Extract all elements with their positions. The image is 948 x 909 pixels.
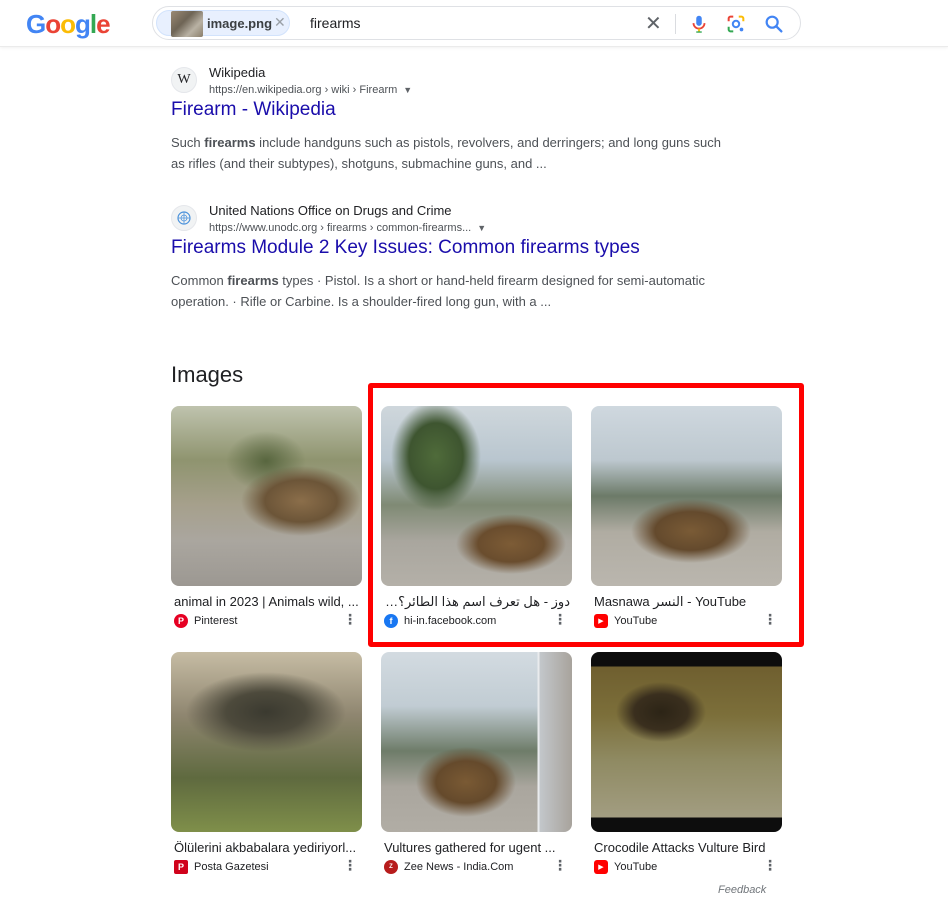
result-url[interactable]: https://en.wikipedia.org › wiki › Firear…	[209, 84, 412, 96]
image-card-source[interactable]: P Posta Gazetesi	[174, 860, 269, 874]
snippet-highlight: firearms	[204, 135, 256, 150]
snippet-text: as rifles (and their subtypes), shotguns…	[171, 156, 547, 171]
wikipedia-favicon-icon: W	[171, 67, 197, 93]
image-card-source[interactable]: Z Zee News - India.Com	[384, 860, 513, 874]
pinterest-icon: P	[174, 614, 188, 628]
image-card-title[interactable]: Crocodile Attacks Vulture Bird	[594, 840, 780, 855]
snippet-text: operation. · Rifle or Carbine. Is a shou…	[171, 294, 552, 309]
search-result: W Wikipedia https://en.wikipedia.org › w…	[171, 65, 751, 175]
image-result-card[interactable]: Crocodile Attacks Vulture Bird ▶ YouTube…	[591, 652, 783, 882]
image-thumbnail[interactable]	[171, 406, 362, 586]
more-options-icon[interactable]: ⋮	[763, 858, 777, 872]
image-card-source-text: Zee News - India.Com	[404, 861, 514, 873]
image-result-card[interactable]: animal in 2023 | Animals wild, ... P Pin…	[171, 406, 363, 636]
microphone-icon[interactable]	[688, 13, 710, 35]
image-card-title[interactable]: Ölülerini akbabalara yediriyorl...	[174, 840, 360, 855]
search-divider	[675, 14, 676, 34]
image-thumbnail[interactable]	[171, 652, 362, 832]
clear-search-icon[interactable]: ✕	[645, 11, 662, 36]
feedback-link[interactable]: Feedback	[718, 884, 766, 896]
red-highlight-box	[368, 383, 804, 647]
google-logo[interactable]: Google	[26, 9, 111, 40]
snippet-text: types · Pistol. Is a short or hand-held …	[278, 273, 705, 288]
top-bar: Google image.png ✕ firearms ✕	[0, 0, 948, 47]
image-card-source[interactable]: ▶ YouTube	[594, 860, 657, 874]
image-card-title[interactable]: Vultures gathered for ugent ...	[384, 840, 570, 855]
search-box[interactable]: image.png ✕ firearms ✕	[152, 6, 801, 40]
result-site-name: Wikipedia	[209, 65, 266, 80]
search-result: United Nations Office on Drugs and Crime…	[171, 203, 751, 313]
image-card-source-text: Pinterest	[194, 615, 238, 627]
image-card-source-text: Posta Gazetesi	[194, 861, 269, 873]
snippet-text: include handguns such as pistols, revolv…	[255, 135, 721, 150]
result-url[interactable]: https://www.unodc.org › firearms › commo…	[209, 222, 486, 234]
image-result-card[interactable]: Ölülerini akbabalara yediriyorl... P Pos…	[171, 652, 363, 882]
images-section-heading: Images	[171, 362, 244, 387]
un-emblem-svg	[177, 211, 191, 225]
image-card-source[interactable]: P Pinterest	[174, 614, 237, 628]
zee-news-icon: Z	[384, 860, 398, 874]
image-chip-thumbnail	[171, 11, 203, 37]
google-lens-icon[interactable]	[725, 13, 747, 35]
image-thumbnail[interactable]	[591, 652, 782, 832]
result-snippet: Such firearms include handguns such as p…	[171, 132, 751, 174]
result-snippet: Common firearms types · Pistol. Is a sho…	[171, 270, 751, 312]
more-options-icon[interactable]: ⋮	[343, 858, 357, 872]
youtube-icon: ▶	[594, 860, 608, 874]
image-card-title[interactable]: animal in 2023 | Animals wild, ...	[174, 594, 360, 609]
logo-letter: e	[96, 9, 111, 39]
snippet-text: Common	[171, 273, 228, 288]
logo-letter: o	[45, 9, 61, 39]
image-thumbnail[interactable]	[381, 652, 572, 832]
search-input[interactable]: firearms	[310, 15, 361, 31]
more-options-caret-icon[interactable]: ▼	[403, 85, 412, 95]
result-title-link[interactable]: Firearm - Wikipedia	[171, 99, 336, 121]
image-chip-label: image.png	[207, 16, 273, 31]
result-url-text[interactable]: https://en.wikipedia.org › wiki › Firear…	[209, 84, 397, 96]
image-card-source-text: YouTube	[614, 861, 658, 873]
result-title-link[interactable]: Firearms Module 2 Key Issues: Common fir…	[171, 237, 640, 259]
more-options-caret-icon[interactable]: ▼	[477, 223, 486, 233]
remove-image-icon[interactable]: ✕	[274, 14, 286, 31]
logo-letter: G	[26, 9, 46, 39]
more-options-icon[interactable]: ⋮	[343, 612, 357, 626]
un-emblem-icon	[171, 205, 197, 231]
search-icon[interactable]	[763, 13, 785, 35]
snippet-highlight: firearms	[227, 273, 279, 288]
result-site-name: United Nations Office on Drugs and Crime	[209, 203, 452, 218]
result-url-text[interactable]: https://www.unodc.org › firearms › commo…	[209, 222, 471, 234]
image-result-card[interactable]: Vultures gathered for ugent ... Z Zee Ne…	[381, 652, 573, 882]
logo-letter: g	[75, 9, 91, 39]
posta-icon: P	[174, 860, 188, 874]
more-options-icon[interactable]: ⋮	[553, 858, 567, 872]
snippet-text: Such	[171, 135, 205, 150]
logo-letter: o	[60, 9, 76, 39]
image-query-chip[interactable]: image.png ✕	[156, 10, 290, 37]
